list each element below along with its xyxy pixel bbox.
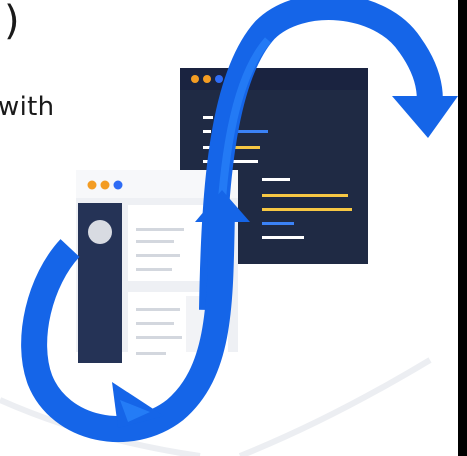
browser-dot-blue — [113, 180, 123, 190]
window-dot-orange — [191, 75, 199, 83]
right-edge-bar — [458, 0, 467, 456]
arrow-right-down-icon — [392, 96, 458, 138]
devops-loop-illustration — [0, 0, 458, 456]
avatar-circle — [88, 220, 112, 244]
window-dot-blue — [215, 75, 223, 83]
browser-dot-orange — [100, 180, 110, 190]
browser-dot-orange — [87, 180, 97, 190]
background-arc — [238, 357, 432, 456]
window-dot-orange — [203, 75, 211, 83]
